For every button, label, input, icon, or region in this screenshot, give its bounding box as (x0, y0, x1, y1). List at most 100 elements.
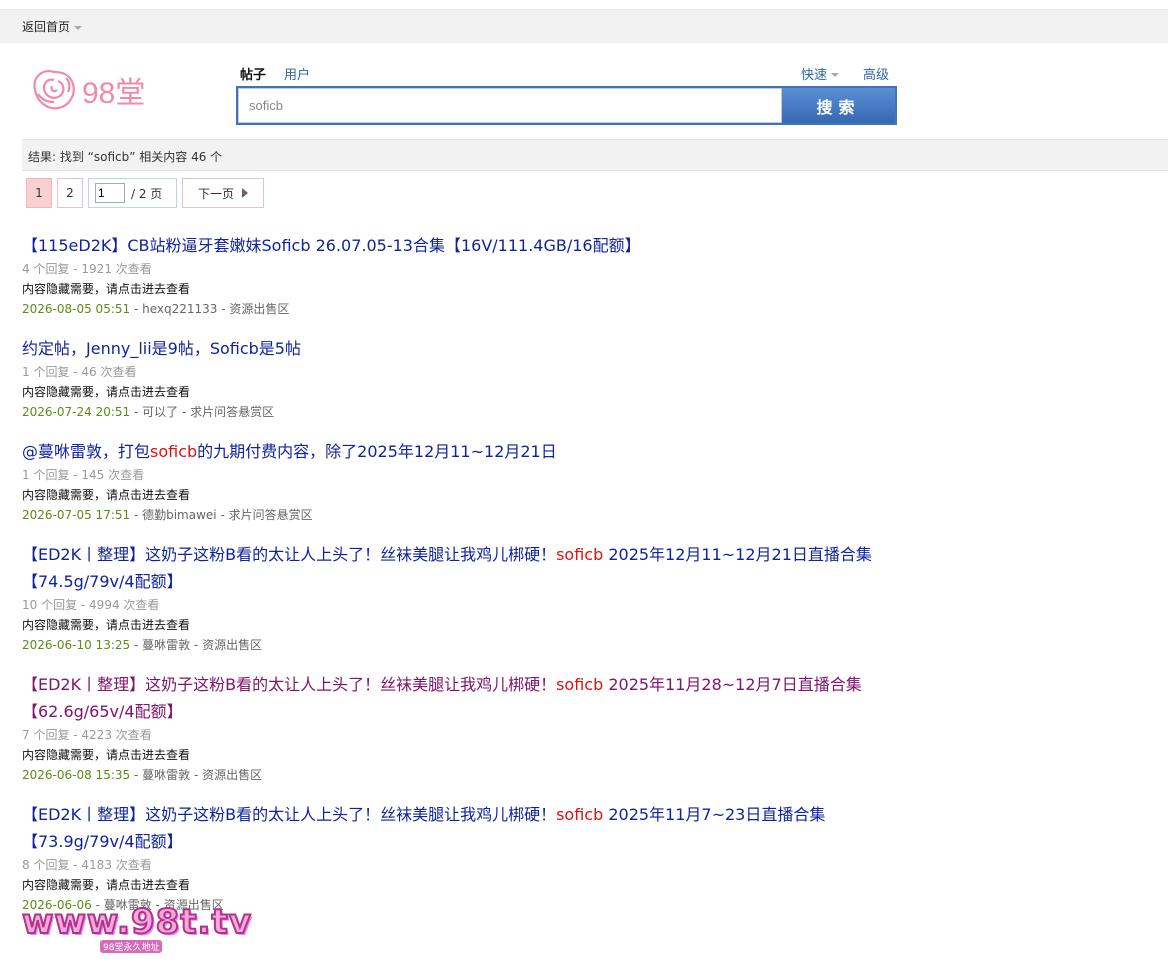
chevron-down-icon[interactable] (831, 72, 840, 77)
result-date: 2026-07-24 20:51 (22, 405, 131, 419)
result-list: 【115eD2K】CB站粉逼牙套嫩妹Soficb 26.07.05-13合集【1… (22, 232, 902, 931)
result-title-link[interactable]: 【ED2K丨整理】这奶子这粉B看的太让人上头了！丝袜美腿让我鸡儿梆硬！sofic… (22, 541, 902, 595)
arrow-right-icon[interactable] (242, 188, 248, 198)
result-author-link[interactable]: 蔓咻雷敦 (142, 638, 190, 652)
result-title-text[interactable]: @蔓咻雷敦，打包 (22, 442, 150, 461)
keyword-highlight[interactable]: soficb (556, 805, 603, 824)
result-date: 2026-06-06 (22, 898, 92, 912)
result-date: 2026-08-05 05:51 (22, 302, 131, 316)
result-title-text[interactable]: 的九期付费内容，除了2025年12月11~12月21日 (197, 442, 557, 461)
separator: - (151, 898, 164, 912)
result-title-text[interactable]: 【ED2K丨整理】这奶子这粉B看的太让人上头了！丝袜美腿让我鸡儿梆硬！ (22, 805, 556, 824)
result-item: 【ED2K丨整理】这奶子这粉B看的太让人上头了！丝袜美腿让我鸡儿梆硬！sofic… (22, 671, 902, 785)
separator: - (91, 898, 104, 912)
result-title-text[interactable]: 【ED2K丨整理】这奶子这粉B看的太让人上头了！丝袜美腿让我鸡儿梆硬！ (22, 675, 556, 694)
result-forum-link[interactable]: 求片问答悬赏区 (229, 508, 313, 522)
next-page-button[interactable]: 下一页 (182, 178, 264, 208)
result-title-text[interactable]: 【ED2K丨整理】这奶子这粉B看的太让人上头了！丝袜美腿让我鸡儿梆硬！ (22, 545, 556, 564)
result-meta: 2026-08-05 05:51 - hexq221133 - 资源出售区 (22, 299, 902, 319)
search-button[interactable]: 搜索 (782, 88, 895, 123)
result-forum-link[interactable]: 资源出售区 (229, 302, 289, 316)
result-hidden-note: 内容隐藏需要，请点击进去查看 (22, 878, 191, 892)
rose-icon (33, 70, 75, 110)
search-type-tabs: 帖子 用户 (240, 64, 310, 83)
separator: - (130, 405, 143, 419)
result-author-link[interactable]: 蔓咻雷敦 (142, 768, 190, 782)
result-forum-link[interactable]: 资源出售区 (202, 638, 262, 652)
advanced-search-link[interactable]: 高级 (863, 64, 889, 83)
page-current: 1 (26, 178, 52, 208)
result-title-link[interactable]: 约定帖，Jenny_lii是9帖，Soficb是5帖 (22, 335, 902, 362)
watermark-subtext: 98堂永久地址 (100, 940, 163, 953)
result-meta: 2026-06-06 - 蔓咻雷敦 - 资源出售区 (22, 895, 902, 915)
result-author-link[interactable]: 蔓咻雷敦 (104, 898, 152, 912)
result-stats: 1 个回复 - 46 次查看 (22, 365, 137, 379)
quick-search-label[interactable]: 快速 (801, 64, 827, 83)
result-item: @蔓咻雷敦，打包soficb的九期付费内容，除了2025年12月11~12月21… (22, 438, 902, 525)
search-field[interactable] (238, 88, 782, 123)
top-bar: 返回首页 (0, 9, 1168, 43)
result-meta: 2026-06-08 15:35 - 蔓咻雷敦 - 资源出售区 (22, 765, 902, 785)
logo-text: 98堂 (82, 77, 146, 110)
result-item: 【ED2K丨整理】这奶子这粉B看的太让人上头了！丝袜美腿让我鸡儿梆硬！sofic… (22, 801, 902, 915)
result-hidden-note: 内容隐藏需要，请点击进去查看 (22, 618, 191, 632)
page-2-link[interactable]: 2 (57, 178, 83, 208)
result-meta: 2026-07-24 20:51 - 可以了 - 求片问答悬赏区 (22, 402, 902, 422)
result-title-text[interactable]: 【115eD2K】CB站粉逼牙套嫩妹Soficb 26.07.05-13合集【1… (22, 236, 641, 255)
tab-users[interactable]: 用户 (284, 64, 310, 83)
result-stats: 10 个回复 - 4994 次查看 (22, 598, 160, 612)
site-logo[interactable]: 98堂 (28, 64, 158, 116)
separator: - (130, 508, 143, 522)
result-forum-link[interactable]: 求片问答悬赏区 (190, 405, 274, 419)
result-author-link[interactable]: hexq221133 (142, 302, 217, 316)
separator: - (130, 768, 143, 782)
result-stats: 4 个回复 - 1921 次查看 (22, 262, 152, 276)
result-forum-link[interactable]: 资源出售区 (202, 768, 262, 782)
separator: - (130, 302, 143, 316)
result-meta: 2026-06-10 13:25 - 蔓咻雷敦 - 资源出售区 (22, 635, 902, 655)
result-title-link[interactable]: 【ED2K丨整理】这奶子这粉B看的太让人上头了！丝袜美腿让我鸡儿梆硬！sofic… (22, 671, 902, 725)
next-page-label[interactable]: 下一页 (198, 185, 234, 202)
separator: - (130, 638, 143, 652)
page-total: / 2 页 (131, 186, 163, 201)
result-hidden-note: 内容隐藏需要，请点击进去查看 (22, 488, 191, 502)
home-link-label[interactable]: 返回首页 (22, 18, 70, 35)
quick-search-dropdown[interactable]: 快速 (801, 64, 840, 83)
chevron-down-icon[interactable] (74, 25, 83, 30)
result-date: 2026-07-05 17:51 (22, 508, 131, 522)
search-input[interactable] (239, 89, 781, 122)
result-hidden-note: 内容隐藏需要，请点击进去查看 (22, 748, 191, 762)
result-meta: 2026-07-05 17:51 - 德勤bimawei - 求片问答悬赏区 (22, 505, 902, 525)
page-jump-input[interactable] (95, 183, 125, 203)
result-date: 2026-06-10 13:25 (22, 638, 131, 652)
result-item: 约定帖，Jenny_lii是9帖，Soficb是5帖 1 个回复 - 46 次查看… (22, 335, 902, 422)
result-title-text[interactable]: 约定帖，Jenny_lii是9帖，Soficb是5帖 (22, 339, 301, 358)
result-stats: 7 个回复 - 4223 次查看 (22, 728, 152, 742)
result-title-link[interactable]: 【115eD2K】CB站粉逼牙套嫩妹Soficb 26.07.05-13合集【1… (22, 232, 902, 259)
search-box: 搜索 (236, 86, 897, 125)
keyword-highlight[interactable]: soficb (150, 442, 197, 461)
search-options: 快速 高级 (801, 64, 889, 83)
separator: - (178, 405, 191, 419)
result-item: 【115eD2K】CB站粉逼牙套嫩妹Soficb 26.07.05-13合集【1… (22, 232, 902, 319)
result-author-link[interactable]: 可以了 (142, 405, 178, 419)
separator: - (190, 638, 203, 652)
tab-posts[interactable]: 帖子 (240, 64, 266, 83)
page-jump: / 2 页 (88, 178, 177, 208)
result-title-link[interactable]: @蔓咻雷敦，打包soficb的九期付费内容，除了2025年12月11~12月21… (22, 438, 902, 465)
result-item: 【ED2K丨整理】这奶子这粉B看的太让人上头了！丝袜美腿让我鸡儿梆硬！sofic… (22, 541, 902, 655)
keyword-highlight[interactable]: soficb (556, 545, 603, 564)
result-summary: 结果: 找到 “soficb” 相关内容 46 个 (22, 139, 1168, 171)
result-date: 2026-06-08 15:35 (22, 768, 131, 782)
result-author-link[interactable]: 德勤bimawei (142, 508, 217, 522)
separator: - (217, 302, 230, 316)
separator: - (216, 508, 229, 522)
result-hidden-note: 内容隐藏需要，请点击进去查看 (22, 385, 191, 399)
pagination: 1 2 / 2 页 下一页 (26, 178, 264, 208)
result-forum-link[interactable]: 资源出售区 (164, 898, 224, 912)
home-link[interactable]: 返回首页 (22, 18, 83, 35)
keyword-highlight[interactable]: soficb (556, 675, 603, 694)
result-title-link[interactable]: 【ED2K丨整理】这奶子这粉B看的太让人上头了！丝袜美腿让我鸡儿梆硬！sofic… (22, 801, 902, 855)
result-hidden-note: 内容隐藏需要，请点击进去查看 (22, 282, 191, 296)
separator: - (190, 768, 203, 782)
